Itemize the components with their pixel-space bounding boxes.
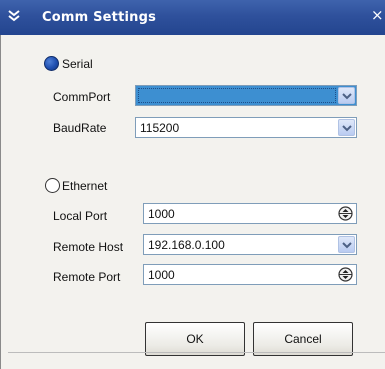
baud-rate-select[interactable]: 115200 [135,117,357,138]
local-port-spinner[interactable]: 1000 [143,203,357,224]
ethernet-radio-label: Ethernet [62,179,108,193]
collapse-icon[interactable] [7,9,21,23]
baud-rate-label: BaudRate [53,121,107,135]
cancel-button[interactable]: Cancel [253,322,353,356]
ok-button[interactable]: OK [145,322,245,356]
serial-radio[interactable] [44,56,59,71]
chevron-down-icon[interactable] [338,87,355,104]
divider [8,352,385,353]
window-title: Comm Settings [42,10,157,25]
title-bar[interactable]: Comm Settings × [0,0,385,35]
remote-host-select[interactable]: 192.168.0.100 [143,234,357,255]
comm-port-label: CommPort [53,90,111,104]
serial-radio-label: Serial [62,57,93,71]
comm-port-select[interactable] [135,85,357,106]
close-icon[interactable]: × [371,8,384,23]
spinner-arrows-icon[interactable] [338,267,353,282]
remote-port-label: Remote Port [53,270,121,284]
chevron-down-icon[interactable] [338,236,355,253]
ethernet-radio[interactable] [45,178,60,193]
chevron-down-icon[interactable] [338,119,355,136]
remote-port-spinner[interactable]: 1000 [143,264,357,285]
remote-host-label: Remote Host [53,240,124,254]
local-port-label: Local Port [53,209,108,223]
spinner-arrows-icon[interactable] [338,206,353,221]
